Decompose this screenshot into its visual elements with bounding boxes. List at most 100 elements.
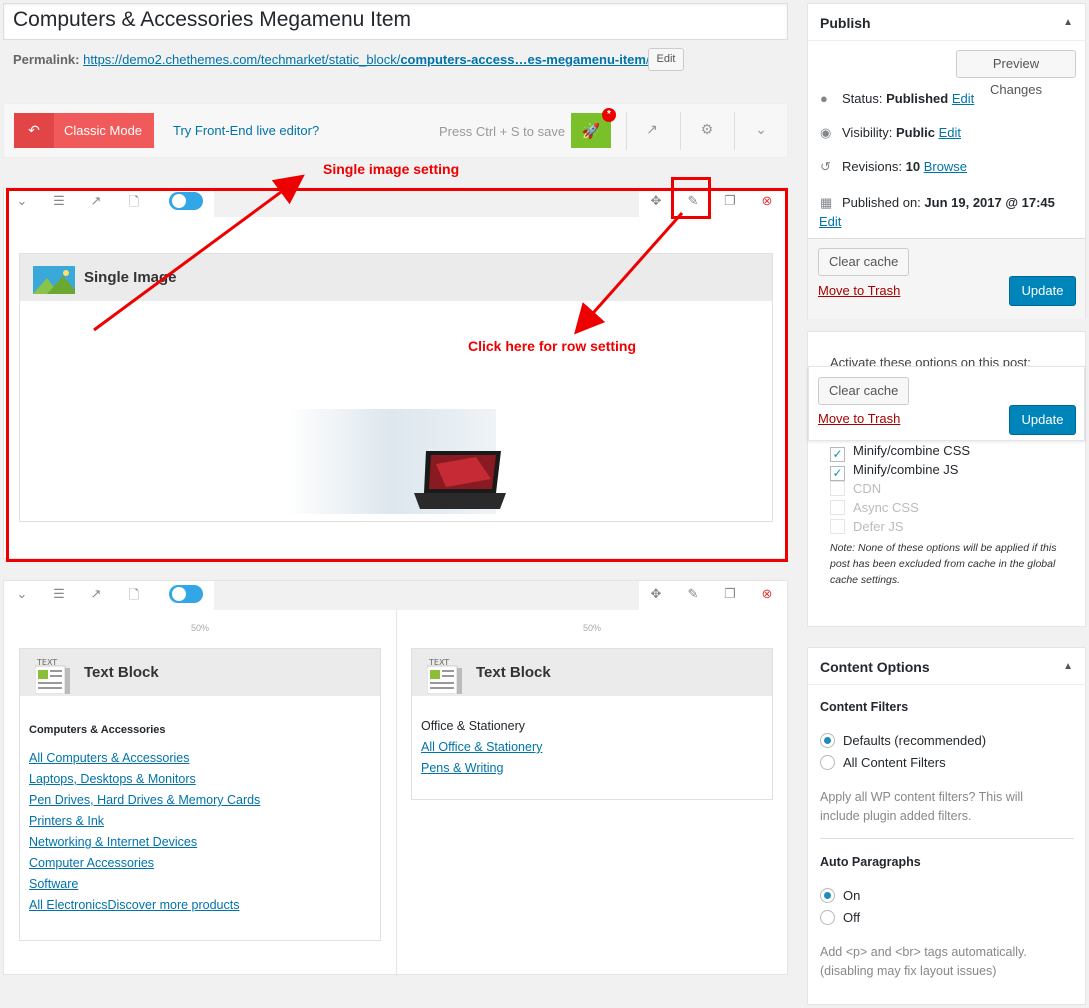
content-options-header[interactable]: Content Options ▲ (808, 648, 1085, 685)
option-label: Minify/combine JS (853, 462, 959, 477)
radio-label: Defaults (recommended) (843, 733, 987, 748)
clone-icon[interactable]: ❐ (721, 586, 739, 602)
text-block-heading: Computers & Accessories (29, 724, 166, 736)
category-link[interactable]: All Computers & Accessories (29, 751, 189, 765)
add-element-icon[interactable]: 🗋 (125, 586, 143, 608)
category-link[interactable]: Pens & Writing (421, 761, 503, 775)
text-block-content: Office & Stationery All Office & Station… (421, 719, 542, 782)
visibility-label: Visibility: (842, 125, 893, 140)
publish-header[interactable]: Publish ▲ (808, 4, 1085, 41)
category-link[interactable]: Printers & Ink (29, 814, 104, 828)
checkbox-checked-icon[interactable]: ✓ (830, 447, 845, 462)
revisions-value: 10 (905, 159, 921, 174)
annotation-edit-highlight (671, 177, 711, 219)
category-link[interactable]: All Office & Stationery (421, 740, 542, 754)
text-block-icon: TEXT (35, 658, 70, 694)
update-button[interactable]: Update (1009, 276, 1076, 306)
move-icon[interactable]: ✥ (647, 586, 665, 602)
share-icon[interactable]: ↗ (87, 586, 105, 602)
revisions-row: ↺ Revisions: 10 Browse (820, 159, 967, 175)
calendar-icon: ▦ (820, 195, 833, 210)
share-icon[interactable]: ↗ (642, 121, 662, 138)
column-list-icon[interactable]: ☰ (50, 586, 68, 602)
collapse-triangle-icon[interactable]: ▲ (1063, 661, 1073, 672)
classic-mode-button[interactable]: ↶ Classic Mode (14, 113, 154, 148)
category-link[interactable]: Computer Accessories (29, 856, 154, 870)
visibility-edit-link[interactable]: Edit (939, 125, 961, 140)
svg-text:TEXT: TEXT (36, 658, 57, 667)
revisions-label: Revisions: (842, 159, 902, 174)
status-edit-link[interactable]: Edit (952, 91, 974, 106)
row-controls-right: ✥ ✎ ❐ ⊗ (639, 581, 787, 610)
para-on-option[interactable]: On (820, 888, 860, 903)
eye-icon: ◉ (820, 125, 832, 140)
toolbar-divider (626, 112, 627, 150)
radio-selected-icon[interactable] (820, 733, 835, 748)
para-off-option[interactable]: Off (820, 910, 860, 925)
preview-changes-button[interactable]: Preview Changes (956, 50, 1076, 97)
radio-label: All Content Filters (843, 755, 946, 770)
filter-default-option[interactable]: Defaults (recommended) (820, 733, 986, 748)
permalink-slug: computers-access…es-megamenu-item (400, 52, 646, 67)
collapse-chevron-icon[interactable]: ⌄ (13, 586, 31, 602)
published-value: Jun 19, 2017 @ 17:45 (924, 195, 1055, 210)
permalink-edit-button[interactable]: Edit (648, 48, 684, 71)
content-options-title: Content Options (820, 659, 930, 675)
category-link[interactable]: All ElectronicsDiscover more products (29, 898, 240, 912)
radio-label: Off (843, 910, 861, 925)
option-minify-css[interactable]: ✓ Minify/combine CSS (830, 443, 970, 462)
move-to-trash-link[interactable]: Move to Trash (818, 283, 900, 298)
status-value: Published (886, 91, 949, 106)
permalink-url[interactable]: https://demo2.chethemes.com/techmarket/s… (83, 52, 649, 67)
row-controls: ⌄ ☰ ↗ 🗋 ✥ ✎ ❐ ⊗ (4, 581, 787, 610)
radio-icon[interactable] (820, 755, 835, 770)
collapse-triangle-icon[interactable]: ▲ (1063, 17, 1073, 28)
option-label: Async CSS (853, 500, 919, 515)
pin-icon: ● (820, 91, 828, 106)
element-header: TEXT Text Block (20, 649, 380, 696)
update-button[interactable]: Update (1009, 405, 1076, 435)
optimize-note: Note: None of these options will be appl… (830, 542, 1057, 586)
rocket-icon: 🚀 (581, 122, 601, 140)
category-link[interactable]: Networking & Internet Devices (29, 835, 197, 849)
edit-row-icon[interactable]: ✎ (684, 586, 702, 602)
column-divider (396, 610, 397, 976)
clear-cache-button[interactable]: Clear cache (818, 377, 910, 405)
option-minify-js[interactable]: ✓ Minify/combine JS (830, 462, 958, 481)
move-to-trash-link[interactable]: Move to Trash (818, 411, 900, 426)
revisions-browse-link[interactable]: Browse (924, 159, 967, 174)
category-link[interactable]: Laptops, Desktops & Monitors (29, 772, 196, 786)
text-block-element[interactable]: TEXT Text Block Computers & Accessories … (19, 648, 381, 941)
checkbox-icon (830, 500, 845, 515)
category-link[interactable]: Software (29, 877, 78, 891)
svg-text:TEXT: TEXT (428, 658, 449, 667)
text-block-icon: TEXT (427, 658, 462, 694)
clear-cache-button[interactable]: Clear cache (818, 248, 910, 276)
filter-all-option[interactable]: All Content Filters (820, 755, 946, 770)
text-block-heading: Office & Stationery (421, 719, 525, 733)
annotation-row-outline (6, 188, 788, 562)
radio-label: On (843, 888, 861, 903)
content-filters-heading: Content Filters (820, 700, 909, 714)
post-title-input[interactable]: Computers & Accessories Megamenu Item (3, 3, 788, 40)
delete-row-icon[interactable]: ⊗ (758, 586, 776, 602)
radio-icon[interactable] (820, 910, 835, 925)
published-label: Published on: (842, 195, 921, 210)
undo-arrow-icon: ↶ (14, 113, 54, 148)
annotation-single-image-label: Single image setting (323, 161, 460, 177)
chevron-down-icon[interactable]: ⌄ (751, 121, 771, 138)
history-icon: ↺ (820, 159, 831, 174)
toolbar-divider (734, 112, 735, 150)
row-visibility-toggle[interactable] (169, 585, 203, 603)
text-block-element[interactable]: TEXT Text Block Office & Stationery All … (411, 648, 773, 800)
category-link[interactable]: Pen Drives, Hard Drives & Memory Cards (29, 793, 260, 807)
filters-help: Apply all WP content filters? This will … (820, 790, 1024, 823)
radio-selected-icon[interactable] (820, 888, 835, 903)
auto-paragraphs-heading: Auto Paragraphs (820, 855, 921, 869)
checkbox-checked-icon[interactable]: ✓ (830, 466, 845, 481)
published-edit-link[interactable]: Edit (819, 214, 841, 229)
option-label: CDN (853, 481, 882, 496)
floating-cache-bar: Clear cache Move to Trash Update (808, 366, 1085, 441)
frontend-editor-link[interactable]: Try Front-End live editor? (173, 123, 319, 138)
settings-gear-icon[interactable]: ⚙ (697, 121, 717, 138)
